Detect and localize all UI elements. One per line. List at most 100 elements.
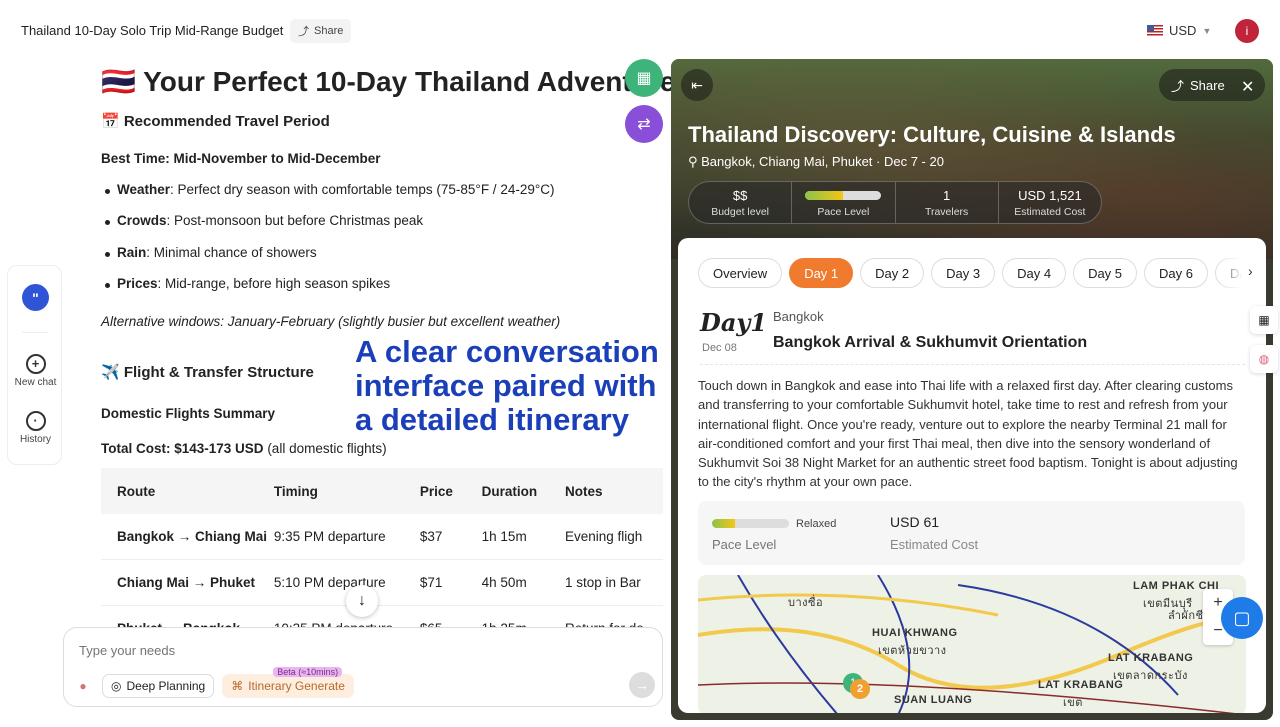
chevron-down-icon: ▼ <box>1202 25 1212 36</box>
sidebar-item-new-chat[interactable]: + New chat <box>8 354 63 388</box>
send-button[interactable]: → <box>629 672 655 698</box>
sidebar-item-label: New chat <box>14 377 57 388</box>
itinerary-title: Thailand Discovery: Culture, Cuisine & I… <box>688 122 1176 147</box>
tab-day-6[interactable]: Day 6 <box>1144 258 1208 288</box>
page-title: 🇹🇭 Your Perfect 10-Day Thailand Adventur… <box>101 66 676 97</box>
location-pin-icon: ⚲ <box>688 154 702 169</box>
map-label: บางซื่อ <box>788 597 824 609</box>
collapse-icon: ⇤ <box>691 76 703 93</box>
column-header: Route <box>117 483 156 499</box>
clock-icon: · <box>25 411 46 431</box>
table-cell: 9:35 PM departure <box>273 529 386 544</box>
chevron-right-icon[interactable]: › <box>1248 263 1253 279</box>
table-header: Route Timing Price Duration Notes <box>101 468 663 514</box>
promo-caption: A clear conversation interface paired wi… <box>355 334 659 437</box>
trip-stats: $$ Budget level Pace Level 1 Travelers USD… <box>688 181 1102 224</box>
map-label: SUAN LUANG <box>894 694 973 706</box>
tab-day-1[interactable]: Day 1 <box>789 258 854 288</box>
flight-heading: ✈️ Flight & Transfer Structure <box>101 364 314 381</box>
list-item: Prices: Mid-range, before high season sp… <box>104 276 391 291</box>
beta-badge: Beta (≈10mins) <box>273 667 343 677</box>
day-pace-label: Pace Level <box>712 537 777 552</box>
day-city: Bangkok <box>773 309 824 324</box>
table-cell: 5:10 PM departure <box>273 575 386 590</box>
map-label: เขตห้วยขวาง <box>878 645 947 657</box>
tab-day-3[interactable]: Day 3 <box>931 258 996 288</box>
best-time: Best Time: Mid-November to Mid-December <box>101 151 381 166</box>
deep-planning-label: Deep Planning <box>126 679 206 693</box>
grid-icon: ▦ <box>1258 313 1270 327</box>
edge-tool-button[interactable]: ◍ <box>1250 345 1278 373</box>
currency-selector[interactable]: USD ▼ <box>1147 23 1211 38</box>
conversation-title: Thailand 10-Day Solo Trip Mid-Range Budg… <box>21 23 284 38</box>
tab-day-4[interactable]: Day 4 <box>1002 258 1067 288</box>
divider <box>700 364 1245 365</box>
itinerary-generate-button[interactable]: Beta (≈10mins) ⌘ Itinerary Generate <box>222 667 354 698</box>
period-heading: 📅 Recommended Travel Period <box>101 113 330 130</box>
table-cell: 4h 50m <box>481 575 527 590</box>
message-button[interactable]: ▢ <box>1221 597 1263 639</box>
pace-bar <box>805 191 882 200</box>
day-map[interactable]: LAM PHAK CHI เขตมีนบุรี ลำผักชี บางซื่อ … <box>698 575 1246 713</box>
map-label: LAT KRABANG <box>1108 652 1194 664</box>
day-pace-text: Relaxed <box>796 518 837 530</box>
chat-input[interactable] <box>79 643 619 658</box>
panel-share-label: Share <box>1190 77 1225 93</box>
day-pace-bar <box>712 519 789 528</box>
share-icon: ⤴ <box>298 26 309 38</box>
sidebar-item-label: History <box>19 434 52 445</box>
microphone-icon[interactable]: ● <box>72 675 94 697</box>
edge-tool-button[interactable]: ▦ <box>1250 306 1278 334</box>
table-cell: $37 <box>419 529 443 544</box>
top-bar: Thailand 10-Day Solo Trip Mid-Range Budg… <box>0 0 1280 60</box>
table-cell: 1h 15m <box>481 529 527 544</box>
day-badge: Day1 <box>700 308 768 337</box>
translate-icon: ◍ <box>1258 352 1270 366</box>
avatar[interactable]: i <box>1235 19 1259 43</box>
route-toggle-button[interactable]: ⇄ <box>625 105 663 143</box>
tab-day-5[interactable]: Day 5 <box>1073 258 1138 288</box>
arrow-down-icon: ↓ <box>358 592 366 609</box>
tab-overview[interactable]: Overview <box>698 258 783 288</box>
close-icon[interactable]: ✕ <box>1241 77 1254 97</box>
map-toggle-button[interactable]: ▦ <box>625 59 663 97</box>
share-icon: ⤴ <box>1171 78 1185 94</box>
map-label: เขตลาดกระบัง <box>1113 670 1188 682</box>
itinerary-card: OverviewDay 1Day 2Day 3Day 4Day 5Day 6 Da… <box>678 238 1266 713</box>
day-cost-label: Estimated Cost <box>890 537 979 552</box>
map-icon: ▦ <box>636 70 652 87</box>
currency-label: USD <box>1169 23 1197 38</box>
deep-planning-button[interactable]: ◎ Deep Planning <box>102 674 215 698</box>
domestic-flights-heading: Domestic Flights Summary <box>101 406 276 421</box>
budget-stat: $$ Budget level <box>689 182 793 223</box>
tab-fade <box>1218 253 1266 293</box>
cost-stat: USD 1,521 Estimated Cost <box>1014 188 1086 218</box>
scroll-down-button[interactable]: ↓ <box>346 585 378 617</box>
column-header: Duration <box>481 483 538 499</box>
itinerary-panel: ⇤ ⤴ Share ✕ Thailand Discovery: Culture, … <box>671 59 1273 720</box>
total-cost: Total Cost: $143-173 USD (all domestic f… <box>101 441 387 456</box>
day-summary: Relaxed Pace Level USD 61 Estimated Cost <box>698 501 1245 565</box>
share-button[interactable]: ⤴ Share <box>290 19 352 43</box>
table-cell: 1 stop in Bar <box>564 575 641 590</box>
map-label: เขต <box>1063 697 1083 709</box>
alternative-windows: Alternative windows: January-February (s… <box>101 314 561 329</box>
lightbulb-icon: ◎ <box>111 679 122 693</box>
tab-day-2[interactable]: Day 2 <box>860 258 925 288</box>
share-label: Share <box>314 25 344 37</box>
sidebar: " + New chat · History <box>7 265 62 465</box>
pace-stat: Pace Level <box>792 182 896 223</box>
composer-toolbar: ● ◎ Deep Planning Beta (≈10mins) ⌘ Itinerar… <box>72 667 354 698</box>
map-marker[interactable]: 2 <box>850 679 870 699</box>
day-date: Dec 08 <box>702 342 737 354</box>
map-label: ลำผักชี <box>1168 610 1204 622</box>
day-description: Touch down in Bangkok and ease into Thai… <box>698 378 1238 490</box>
sidebar-divider <box>22 332 48 333</box>
map-label: HUAI KHWANG <box>872 627 958 639</box>
sidebar-item-history[interactable]: · History <box>8 411 63 445</box>
arrow-right-icon: → <box>635 677 649 693</box>
table-cell: Chiang Mai → Phuket <box>117 575 256 590</box>
collapse-panel-button[interactable]: ⇤ <box>681 69 713 101</box>
day-tabs: OverviewDay 1Day 2Day 3Day 4Day 5Day 6Da… <box>698 258 1266 288</box>
app-logo-icon[interactable]: " <box>22 284 49 311</box>
